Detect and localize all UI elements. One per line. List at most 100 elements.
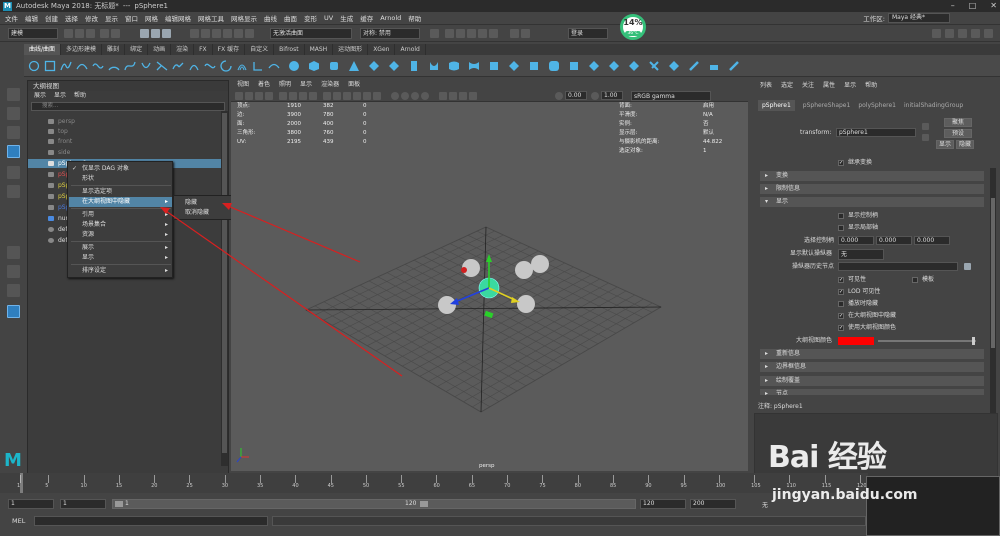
nurbs-sphere-icon[interactable] (288, 60, 300, 72)
move-tool-icon[interactable] (7, 145, 20, 158)
attr-menu-list[interactable]: 列表 (760, 80, 772, 92)
menu-modify[interactable]: 修改 (85, 13, 98, 23)
attr-menu-selected[interactable]: 选定 (781, 80, 793, 92)
hide-on-playback-checkbox[interactable] (838, 301, 844, 307)
nurbs-circle-icon[interactable] (28, 60, 40, 72)
layer-editor-icon[interactable] (984, 29, 993, 38)
isolate-select-icon[interactable] (439, 92, 447, 100)
offset-curve-icon[interactable] (236, 60, 248, 72)
snap-curve-icon[interactable] (201, 29, 210, 38)
presets-button[interactable]: 预设 (944, 129, 972, 138)
viewport-canvas[interactable]: 顶点: 1910 382 0 边: 3900 780 0 面: 2000 400 0 三角形: 38… (231, 102, 748, 471)
tool-settings-icon[interactable] (958, 29, 967, 38)
menu-display[interactable]: 显示 (105, 13, 118, 23)
maximize-icon[interactable]: □ (969, 1, 977, 10)
snap-surface-icon[interactable] (234, 29, 243, 38)
selection-handle-y[interactable]: 0.000 (876, 236, 912, 245)
outliner-scrollbar[interactable] (221, 111, 228, 466)
anti-aliasing-icon[interactable] (411, 92, 419, 100)
fillet-curve-icon[interactable] (252, 60, 264, 72)
shelf-tab-custom[interactable]: 自定义 (245, 44, 275, 55)
attr-menu-show[interactable]: 显示 (844, 80, 856, 92)
shelf-tab-poly-modeling[interactable]: 多边形建模 (61, 44, 103, 55)
modeling-toolkit-icon[interactable] (932, 29, 941, 38)
select-hierarchy-icon[interactable] (140, 29, 149, 38)
attr-scroll-thumb[interactable] (991, 198, 995, 348)
close-icon[interactable]: ✕ (990, 1, 997, 10)
vp-menu-renderer[interactable]: 渲染器 (321, 80, 339, 90)
gamma-icon[interactable] (591, 92, 599, 100)
outliner-color-slider[interactable] (878, 340, 976, 342)
selection-handle-z[interactable]: 0.000 (914, 236, 950, 245)
arnold-render-icon[interactable] (510, 29, 519, 38)
exposure-field[interactable]: 0.00 (565, 91, 587, 100)
square-surface-icon[interactable] (548, 60, 560, 72)
menu-cache[interactable]: 缓存 (360, 13, 373, 23)
menu-item-show[interactable]: 显示 ▸ (69, 253, 172, 263)
manip-history-field[interactable] (838, 262, 958, 271)
scale-tool-icon[interactable] (7, 185, 20, 198)
section-drawing-overrides[interactable]: ▸ 绘制覆盖 (760, 376, 984, 386)
node-connect-icon[interactable] (964, 263, 971, 270)
section-display[interactable]: ▾ 显示 (760, 197, 984, 207)
time-slider[interactable]: 1 5 10 15 20 25 30 35 40 45 50 55 60 65 70 75 80 85 90 95 10… (0, 473, 868, 493)
playback-start-field[interactable]: 1 (60, 499, 106, 509)
ambient-occlusion-icon[interactable] (391, 92, 399, 100)
shelf-tab-animation[interactable]: 动画 (148, 44, 172, 55)
hypershade-icon[interactable] (489, 29, 498, 38)
template-checkbox[interactable] (912, 277, 918, 283)
bezier-curve-icon[interactable] (124, 60, 136, 72)
display-local-axis-checkbox[interactable] (838, 225, 844, 231)
colorspace-dropdown[interactable]: sRGB gamma (631, 91, 711, 101)
playback-end-field[interactable]: 120 (640, 499, 686, 509)
nurbs-torus-icon[interactable] (388, 60, 400, 72)
animation-start-field[interactable]: 1 (8, 499, 54, 509)
section-node-info[interactable]: ▸ 重新信息 (760, 349, 984, 359)
menu-item-dag-only[interactable]: ✓ 仅显示 DAG 对象 (69, 164, 172, 174)
paint-select-icon[interactable] (7, 126, 20, 139)
insert-isoparm-icon[interactable] (568, 60, 580, 72)
outliner-layout-icon[interactable] (7, 305, 20, 318)
redo-icon[interactable] (111, 29, 120, 38)
save-scene-icon[interactable] (86, 29, 95, 38)
shelf-tab-xgen[interactable]: XGen (368, 44, 396, 55)
inherit-transform-checkbox[interactable]: ✓ (838, 160, 844, 166)
menu-item-shapes[interactable]: 形状 (69, 174, 172, 184)
ipr-render-icon[interactable] (467, 29, 476, 38)
menu-file[interactable]: 文件 (5, 13, 18, 23)
menu-windows[interactable]: 窗口 (125, 13, 138, 23)
section-transform[interactable]: ▸ 变换 (760, 171, 984, 181)
trim-tool-icon[interactable] (648, 60, 660, 72)
sculpt-geometry-icon[interactable] (688, 60, 700, 72)
bookmark-icon[interactable] (255, 92, 263, 100)
attr-menu-attributes[interactable]: 属性 (823, 80, 835, 92)
shelf-tab-curves-surfaces[interactable]: 曲线/曲面 (24, 44, 62, 55)
pencil-curve-icon[interactable] (92, 60, 104, 72)
shelf-tab-sculpting[interactable]: 雕刻 (102, 44, 126, 55)
mel-label[interactable]: MEL (12, 517, 25, 525)
transform-name-field[interactable]: pSphere1 (836, 128, 916, 137)
nurbs-plane-icon[interactable] (368, 60, 380, 72)
surface-editing-icon[interactable] (708, 60, 720, 72)
attribute-editor-icon[interactable] (945, 29, 954, 38)
outliner-row-side[interactable]: side (28, 148, 221, 157)
symmetry-dropdown[interactable]: 对称: 禁用 (360, 28, 420, 39)
outliner-search-input[interactable]: 搜索... (31, 102, 225, 111)
lasso-tool-icon[interactable] (7, 107, 20, 120)
motion-blur-icon[interactable] (401, 92, 409, 100)
render-frame-icon[interactable] (456, 29, 465, 38)
revolve-icon[interactable] (408, 60, 420, 72)
menuset-dropdown[interactable]: 建模 (8, 28, 58, 39)
snap-live-icon[interactable] (245, 29, 254, 38)
hidden-in-outliner-checkbox[interactable]: ✓ (838, 313, 844, 319)
persp-outliner-layout-icon[interactable] (7, 284, 20, 297)
vp-menu-show[interactable]: 显示 (300, 80, 312, 90)
lod-visibility-checkbox[interactable]: ✓ (838, 289, 844, 295)
vp-menu-view[interactable]: 视图 (237, 80, 249, 90)
four-view-layout-icon[interactable] (7, 265, 20, 278)
shelf-tab-mash[interactable]: MASH (305, 44, 334, 55)
tab-psphere1[interactable]: pSphere1 (758, 100, 795, 111)
focus-arrow-icon[interactable] (922, 123, 929, 130)
gate-mask-icon[interactable] (309, 92, 317, 100)
gamma-field[interactable]: 1.00 (601, 91, 623, 100)
